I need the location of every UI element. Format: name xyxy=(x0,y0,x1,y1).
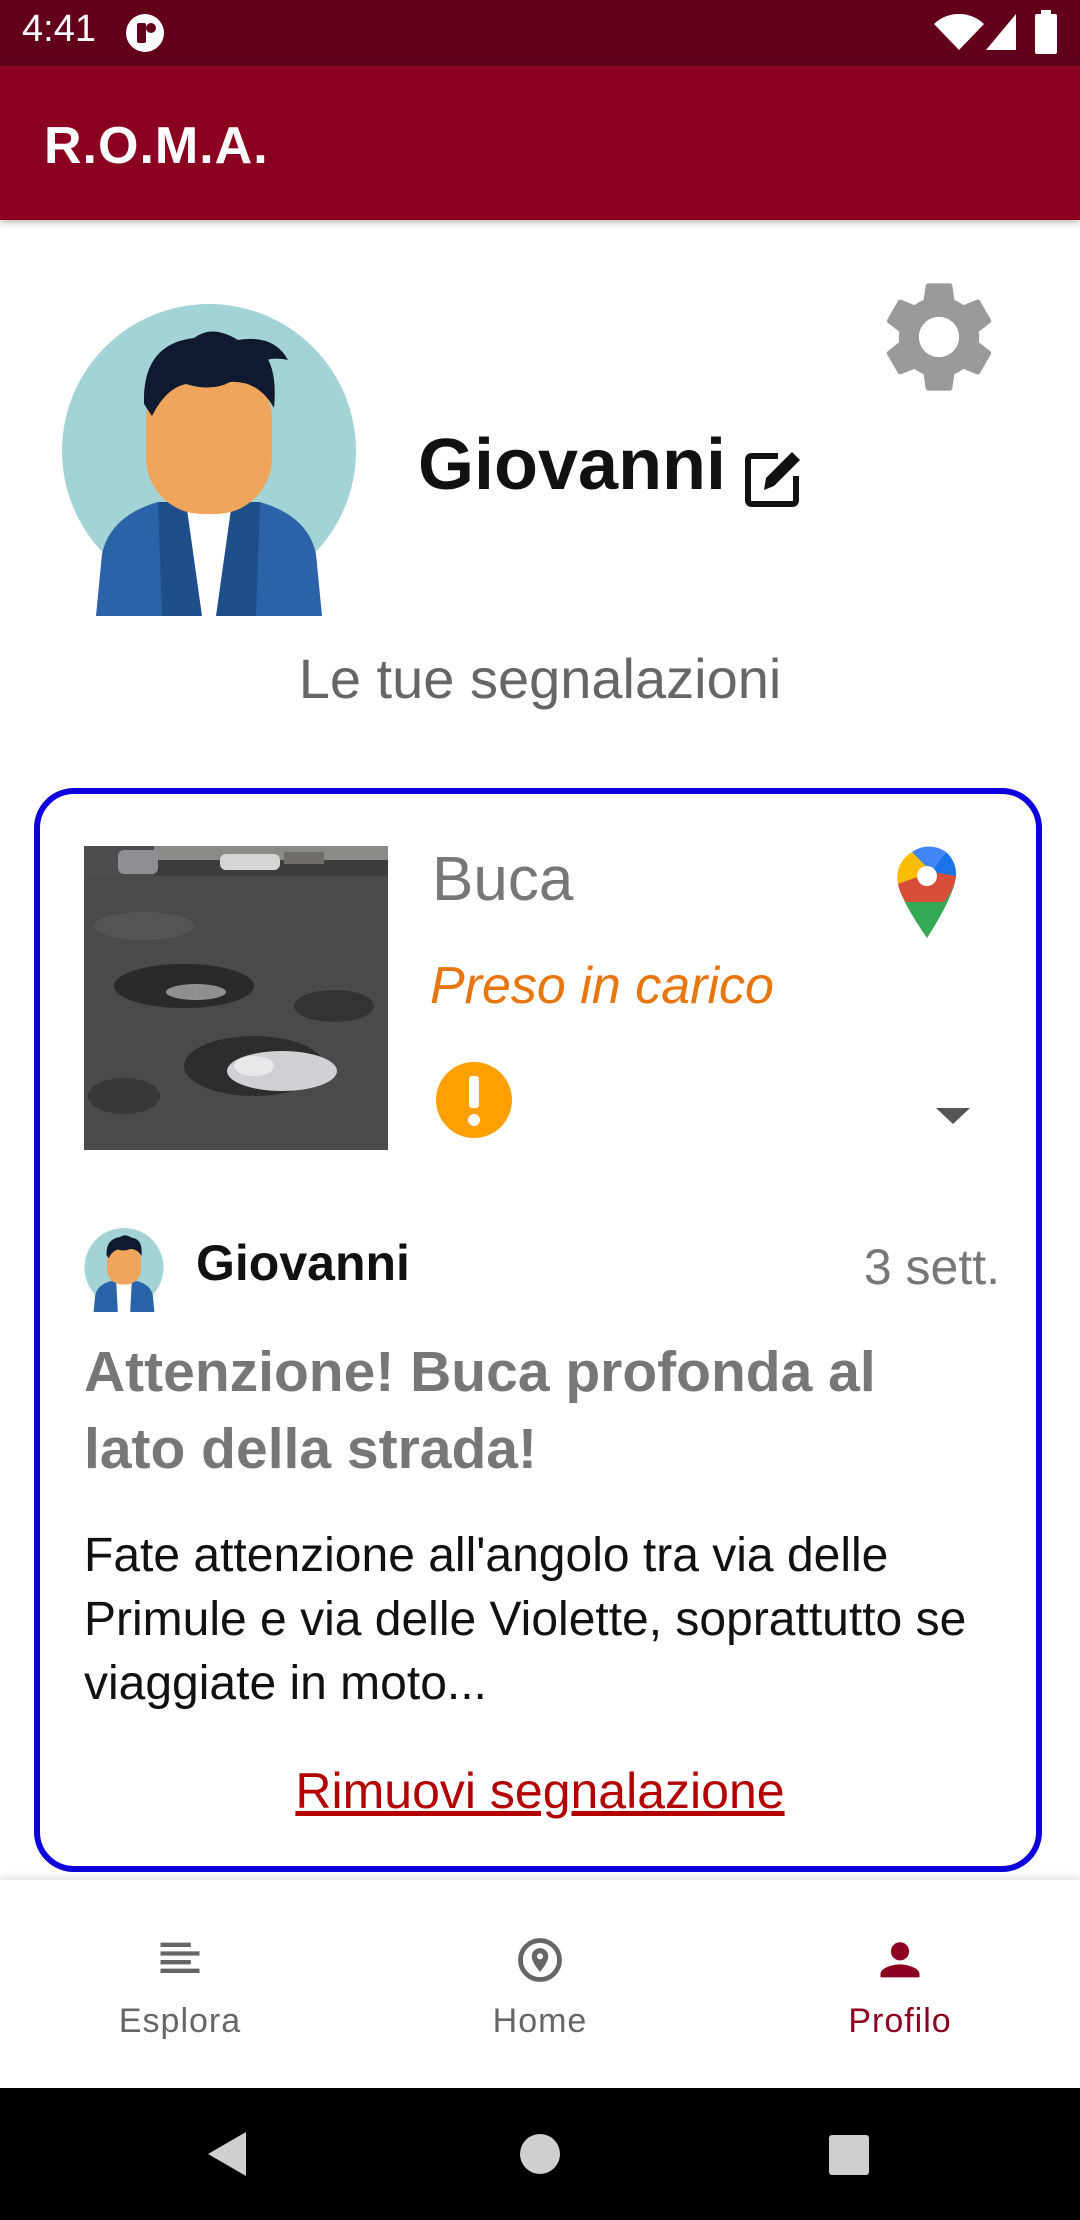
report-photo[interactable] xyxy=(84,846,388,1150)
chevron-down-icon[interactable] xyxy=(936,1106,970,1126)
notification-app-icon xyxy=(126,14,164,52)
app-title: R.O.M.A. xyxy=(44,117,269,175)
battery-icon xyxy=(1035,10,1057,54)
location-icon xyxy=(518,1938,562,1982)
warning-icon xyxy=(436,1062,512,1138)
author-avatar xyxy=(84,1228,164,1312)
edit-name-icon[interactable] xyxy=(742,446,806,510)
google-maps-icon[interactable] xyxy=(892,840,962,940)
nav-label-esplora: Esplora xyxy=(118,2002,242,2040)
author-name: Giovanni xyxy=(196,1235,410,1291)
list-icon xyxy=(160,1942,200,1973)
report-status: Preso in carico xyxy=(430,957,774,1015)
settings-gear-icon[interactable] xyxy=(872,270,1006,404)
home-circle-icon[interactable] xyxy=(518,2132,562,2176)
report-card[interactable]: Buca Preso in carico Giovanni 3 sett. At… xyxy=(34,788,1042,1872)
nav-item-esplora[interactable]: Esplora xyxy=(0,1880,360,2088)
app-bar: R.O.M.A. xyxy=(0,66,1080,220)
recents-icon[interactable] xyxy=(828,2134,870,2176)
nav-item-home[interactable]: Home xyxy=(360,1880,720,2088)
report-body: Fate attenzione all'angolo tra via delle… xyxy=(84,1529,967,1710)
signal-icon xyxy=(986,14,1016,50)
system-navigation-bar xyxy=(0,2088,1080,2220)
nav-label-profilo: Profilo xyxy=(848,2002,952,2040)
wifi-icon xyxy=(934,14,984,50)
report-age: 3 sett. xyxy=(863,1239,1000,1295)
section-title: Le tue segnalazioni xyxy=(298,647,782,710)
profile-name: Giovanni xyxy=(418,425,727,505)
profile-avatar[interactable] xyxy=(62,304,356,616)
report-title: Attenzione! Buca profonda al lato della … xyxy=(84,1340,876,1481)
remove-report-link[interactable]: Rimuovi segnalazione xyxy=(40,1762,1040,1820)
status-bar: 4:41 xyxy=(0,0,1080,66)
nav-label-home: Home xyxy=(492,2002,588,2040)
report-category: Buca xyxy=(432,845,574,914)
back-icon[interactable] xyxy=(204,2130,250,2178)
person-icon xyxy=(880,1942,920,1978)
status-time: 4:41 xyxy=(22,8,96,50)
bottom-navigation: Esplora Home Profilo xyxy=(0,1880,1080,2088)
nav-item-profilo[interactable]: Profilo xyxy=(720,1880,1080,2088)
